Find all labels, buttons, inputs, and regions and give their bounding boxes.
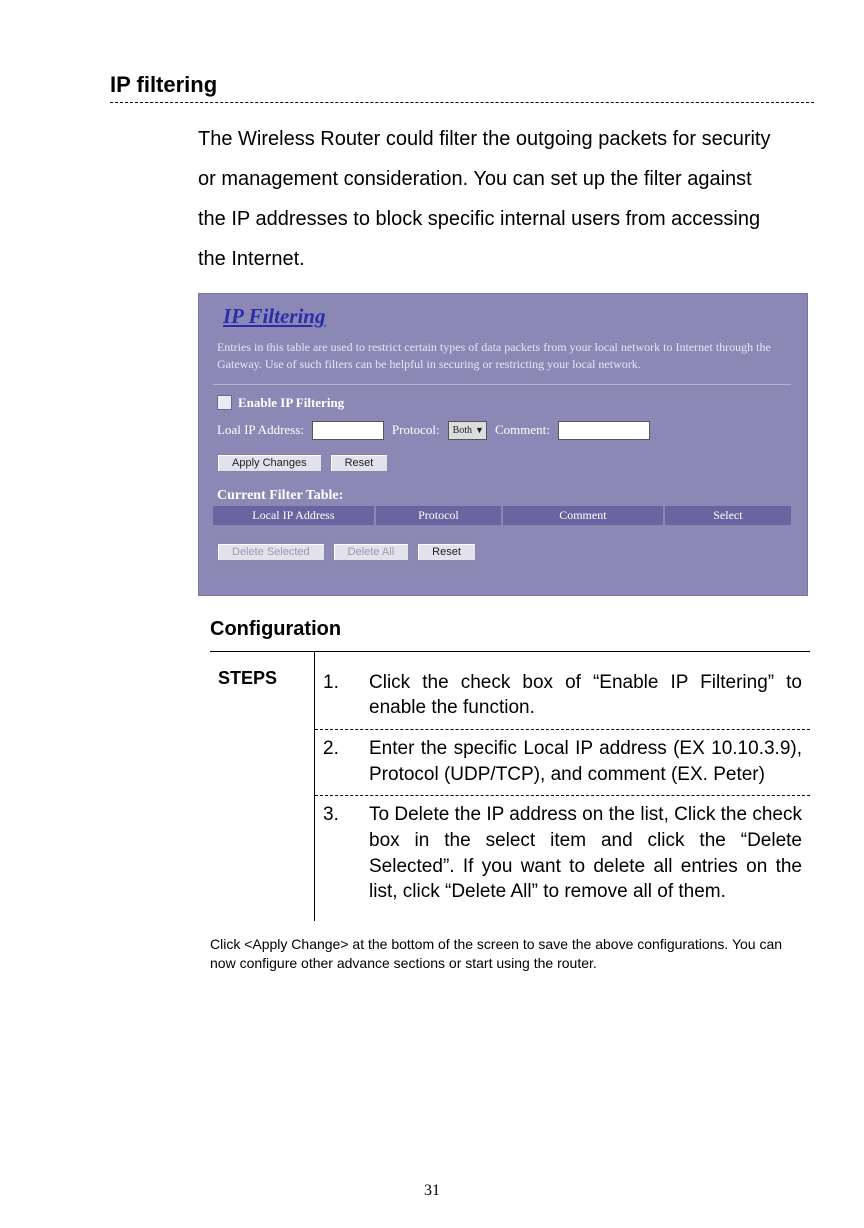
- col-comment: Comment: [502, 506, 664, 525]
- delete-all-button[interactable]: Delete All: [333, 543, 409, 561]
- local-ip-input[interactable]: [312, 421, 384, 440]
- reset2-button[interactable]: Reset: [417, 543, 476, 561]
- comment-label: Comment:: [495, 422, 550, 438]
- step-number: 2.: [323, 736, 349, 787]
- table-header-row: Local IP Address Protocol Comment Select: [213, 506, 791, 525]
- step-row: 3. To Delete the IP address on the list,…: [315, 796, 810, 913]
- step-text: To Delete the IP address on the list, Cl…: [369, 802, 804, 905]
- local-ip-label: Loal IP Address:: [217, 422, 304, 438]
- steps-table: STEPS 1. Click the check box of “Enable …: [210, 651, 810, 921]
- steps-label: STEPS: [210, 652, 315, 921]
- intro-paragraph: The Wireless Router could filter the out…: [198, 119, 778, 279]
- panel-rule: [213, 384, 791, 385]
- apply-changes-button[interactable]: Apply Changes: [217, 454, 322, 472]
- enable-ip-filtering-label: Enable IP Filtering: [238, 395, 344, 411]
- col-protocol: Protocol: [375, 506, 502, 525]
- step-number: 3.: [323, 802, 349, 905]
- protocol-select[interactable]: Both ▼: [448, 421, 487, 440]
- configuration-heading: Configuration: [210, 618, 814, 641]
- filter-table: Local IP Address Protocol Comment Select: [213, 506, 791, 525]
- page-number: 31: [0, 1182, 864, 1200]
- chevron-down-icon: ▼: [475, 425, 484, 435]
- step-text: Enter the specific Local IP address (EX …: [369, 736, 804, 787]
- step-row: 2. Enter the specific Local IP address (…: [315, 730, 810, 796]
- step-number: 1.: [323, 670, 349, 721]
- reset-button[interactable]: Reset: [330, 454, 389, 472]
- step-text: Click the check box of “Enable IP Filter…: [369, 670, 804, 721]
- page-title: IP filtering: [110, 72, 814, 98]
- ip-filtering-screenshot: IP Filtering Entries in this table are u…: [198, 293, 808, 596]
- col-local-ip: Local IP Address: [213, 506, 375, 525]
- delete-selected-button[interactable]: Delete Selected: [217, 543, 325, 561]
- step-row: 1. Click the check box of “Enable IP Fil…: [315, 664, 810, 730]
- apply-change-note: Click <Apply Change> at the bottom of th…: [210, 935, 800, 973]
- panel-description: Entries in this table are used to restri…: [217, 339, 787, 374]
- enable-ip-filtering-checkbox[interactable]: [217, 395, 232, 410]
- col-select: Select: [664, 506, 791, 525]
- filter-table-title: Current Filter Table:: [217, 488, 791, 504]
- title-rule: [110, 102, 814, 103]
- protocol-select-value: Both: [453, 425, 472, 436]
- panel-title: IP Filtering: [223, 304, 791, 329]
- comment-input[interactable]: [558, 421, 650, 440]
- protocol-label: Protocol:: [392, 422, 440, 438]
